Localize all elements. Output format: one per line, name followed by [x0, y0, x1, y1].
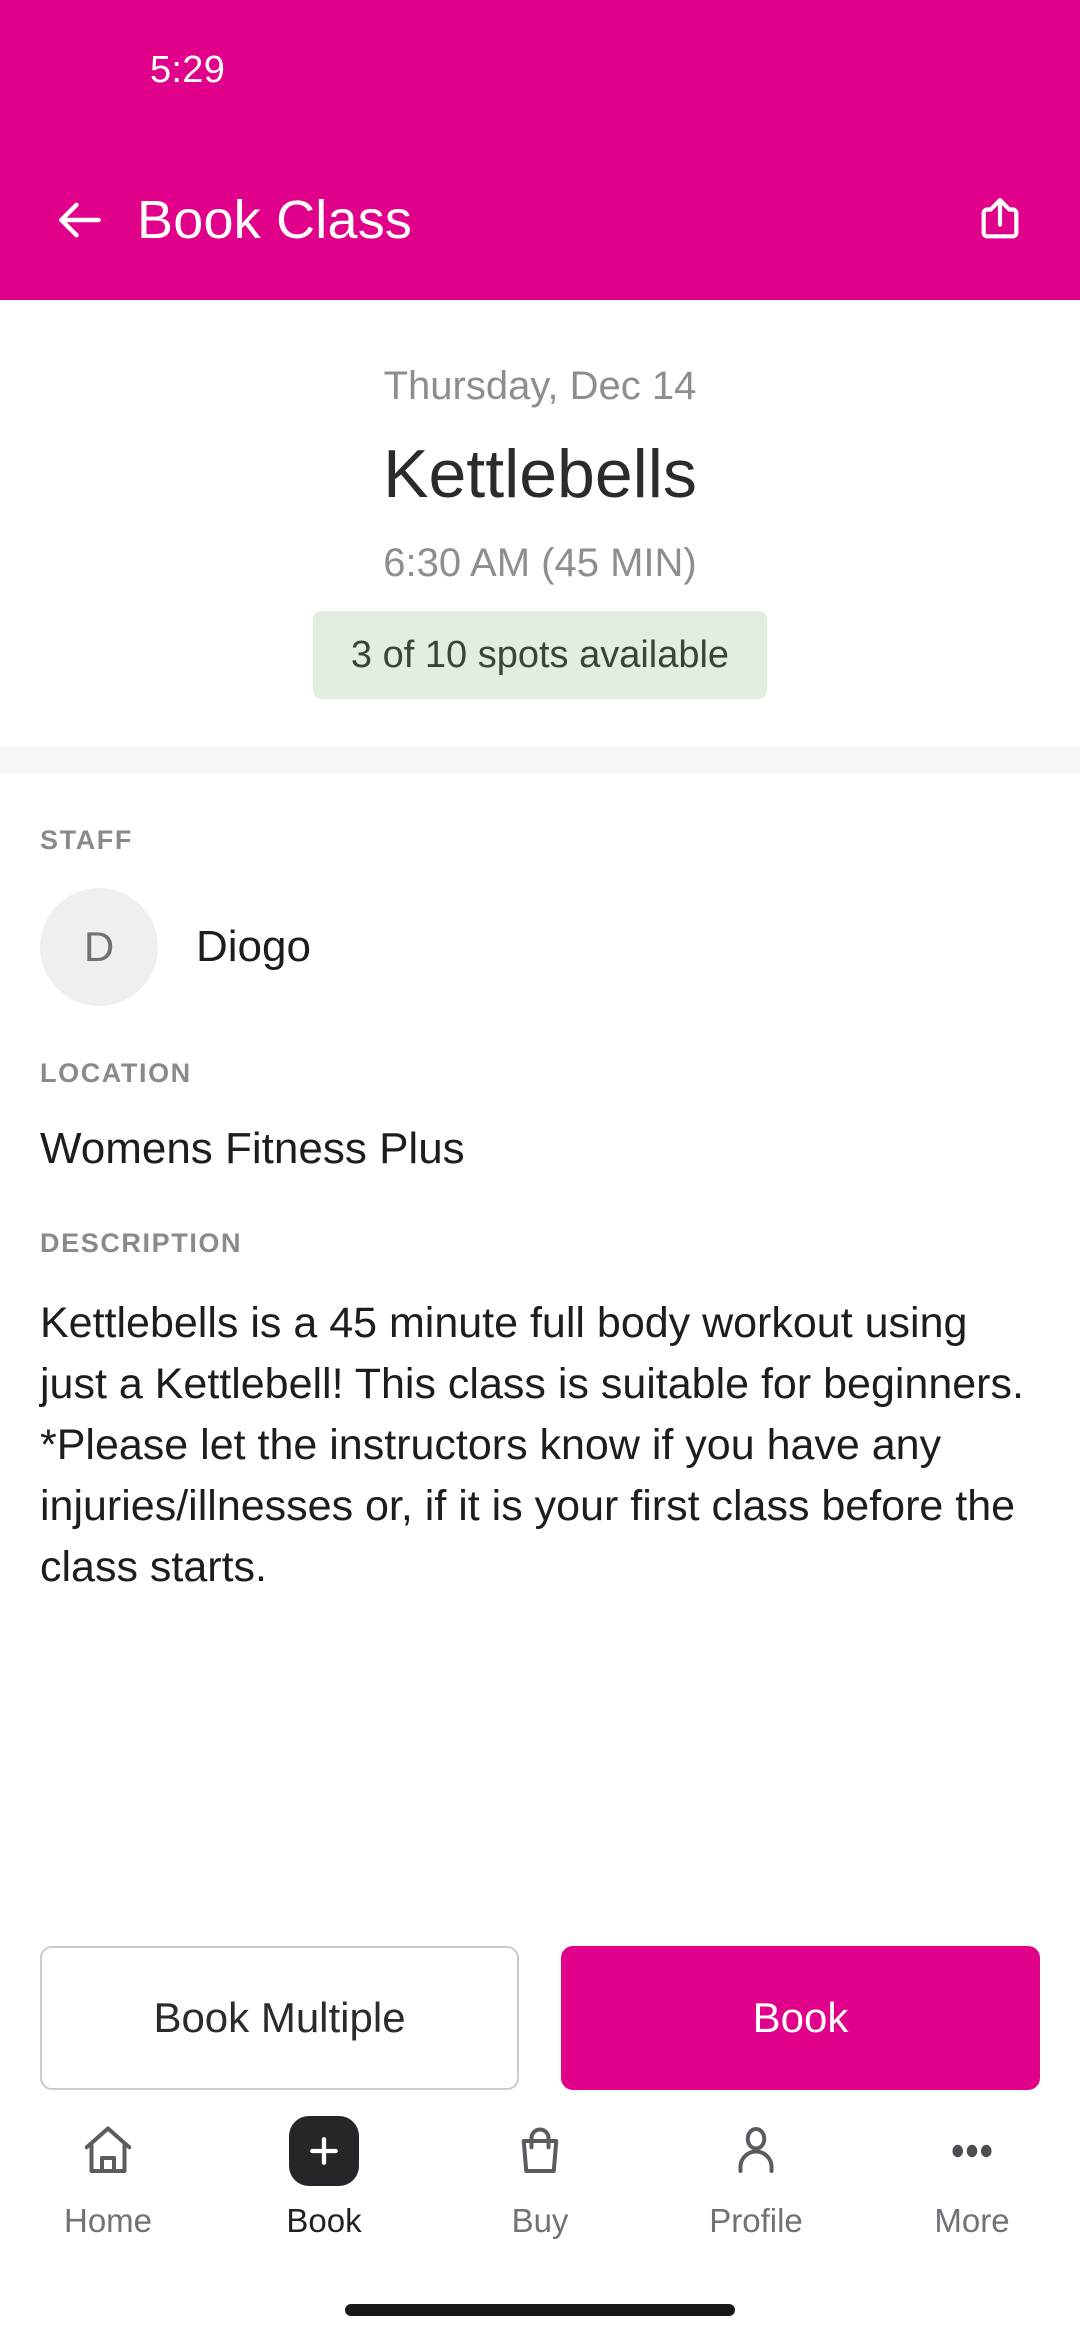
nav-label-book: Book — [286, 2202, 362, 2239]
app-screen: 5:29 Book Class Thursday, Dec 14 Kettleb… — [0, 0, 1080, 2340]
staff-name: Diogo — [196, 922, 311, 971]
staff-section-label: STAFF — [40, 825, 133, 855]
share-button[interactable] — [960, 180, 1040, 260]
bottom-navigation: Home Book Buy Profile More — [0, 2090, 1080, 2280]
location-value: Womens Fitness Plus — [40, 1124, 465, 1173]
nav-label-buy: Buy — [511, 2202, 569, 2239]
section-divider — [0, 747, 1080, 773]
staff-row[interactable]: D Diogo — [40, 888, 1040, 1006]
class-date: Thursday, Dec 14 — [383, 364, 697, 408]
share-icon — [972, 192, 1028, 248]
plus-square-icon — [289, 2112, 359, 2190]
avatar-initial: D — [83, 923, 115, 970]
ellipsis-icon — [942, 2112, 1002, 2190]
class-summary: Thursday, Dec 14 Kettlebells 6:30 AM (45… — [0, 300, 1080, 747]
nav-item-book[interactable]: Book — [216, 2112, 432, 2237]
nav-item-home[interactable]: Home — [0, 2112, 216, 2237]
nav-item-buy[interactable]: Buy — [432, 2112, 648, 2237]
nav-label-home: Home — [63, 2202, 153, 2239]
book-multiple-button[interactable]: Book Multiple — [40, 1946, 519, 2090]
action-bar: Book Multiple Book — [0, 1946, 1080, 2090]
nav-label-profile: Profile — [709, 2202, 803, 2239]
book-button[interactable]: Book — [561, 1946, 1040, 2090]
description-text: Kettlebells is a 45 minute full body wor… — [40, 1299, 1060, 1592]
person-icon — [726, 2112, 786, 2190]
page-title: Book Class — [137, 190, 413, 250]
nav-item-more[interactable]: More — [864, 2112, 1080, 2237]
shopping-bag-icon — [510, 2112, 570, 2190]
spots-badge-wrap: 3 of 10 spots available — [40, 611, 1040, 699]
description-section-label: DESCRIPTION — [40, 1228, 243, 1258]
nav-item-profile[interactable]: Profile — [648, 2112, 864, 2237]
nav-bar: Book Class — [0, 140, 1080, 300]
spots-available-badge: 3 of 10 spots available — [312, 611, 768, 699]
class-name: Kettlebells — [383, 436, 697, 512]
home-indicator[interactable] — [345, 2304, 735, 2316]
home-indicator-area — [0, 2280, 1080, 2340]
avatar: D — [40, 888, 158, 1006]
arrow-left-icon — [52, 192, 108, 248]
status-bar-clock: 5:29 — [150, 48, 226, 91]
nav-label-more: More — [934, 2202, 1010, 2239]
top-app-bar: 5:29 Book Class — [0, 0, 1080, 300]
location-section-label: LOCATION — [40, 1058, 192, 1088]
class-time-duration: 6:30 AM (45 MIN) — [383, 541, 697, 585]
back-button[interactable] — [45, 185, 115, 255]
home-icon — [78, 2112, 138, 2190]
class-details: STAFF D Diogo LOCATION Womens Fitness Pl… — [0, 773, 1080, 1888]
status-bar: 5:29 — [0, 0, 1080, 140]
